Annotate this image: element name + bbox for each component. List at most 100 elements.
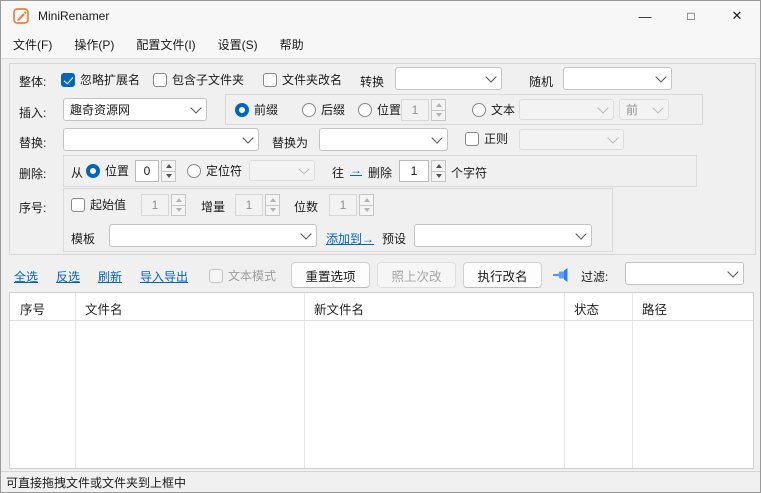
spinner-buttons: [431, 99, 446, 121]
delete-position-label: 位置: [105, 162, 129, 179]
direction-arrow-icon[interactable]: →: [350, 163, 362, 177]
serial-increment-label: 增量: [201, 198, 225, 215]
status-text: 可直接拖拽文件或文件夹到上框中: [6, 474, 186, 491]
random-select[interactable]: [563, 67, 672, 90]
radio-unselected-icon: [187, 164, 201, 178]
regex-label: 正则: [484, 130, 508, 147]
apply-last-button: 照上次改: [377, 262, 456, 288]
serial-start-label: 起始值: [90, 196, 126, 213]
column-header-filename[interactable]: 文件名: [85, 299, 123, 318]
spin-up-icon[interactable]: [431, 160, 446, 172]
column-header-path[interactable]: 路径: [642, 299, 667, 318]
spinner-buttons: [359, 194, 374, 216]
spinner-buttons: [431, 160, 446, 182]
refresh-link[interactable]: 刷新: [98, 268, 122, 285]
ignore-extension-checkbox[interactable]: 忽略扩展名: [61, 71, 140, 88]
app-window: MiniRenamer — □ ✕ 文件(F) 操作(P) 配置文件(I) 设置…: [0, 0, 761, 493]
insert-text-value: 趣奇资源网: [70, 101, 130, 118]
serial-start-checkbox[interactable]: 起始值: [71, 196, 126, 213]
insert-text-radio[interactable]: 文本: [472, 101, 515, 118]
title-bar: MiniRenamer — □ ✕: [1, 1, 760, 31]
close-button[interactable]: ✕: [714, 1, 760, 31]
insert-suffix-radio[interactable]: 后缀: [302, 101, 345, 118]
replace-label: 替换:: [19, 134, 46, 151]
delete-position-spinner[interactable]: 0: [135, 160, 176, 182]
table-header: 序号 文件名 新文件名 状态 路径: [10, 293, 753, 321]
menu-help[interactable]: 帮助: [270, 32, 314, 57]
chevron-down-icon: [242, 132, 253, 143]
insert-prefix-radio[interactable]: 前缀: [235, 101, 278, 118]
add-to-link[interactable]: 添加到→: [326, 230, 374, 247]
ignore-extension-label: 忽略扩展名: [80, 71, 140, 88]
chevron-down-icon: [431, 132, 442, 143]
filter-select[interactable]: [625, 262, 744, 285]
insert-custom-text-combobox: [519, 99, 614, 120]
serial-digits-label: 位数: [294, 198, 318, 215]
spin-up-icon[interactable]: [161, 160, 176, 172]
spin-down-icon[interactable]: [161, 172, 176, 183]
delete-count-spinner[interactable]: 1: [399, 160, 446, 182]
reset-options-button[interactable]: 重置选项: [291, 262, 370, 288]
delete-position-radio[interactable]: 位置: [86, 162, 129, 179]
spin-down-icon[interactable]: [265, 206, 280, 217]
template-combobox[interactable]: [109, 224, 317, 247]
chevron-down-icon: [575, 228, 586, 239]
serial-start-spinner: 1: [141, 194, 186, 216]
replace-with-combobox[interactable]: [319, 128, 448, 151]
rename-folders-checkbox[interactable]: 文件夹改名: [263, 71, 342, 88]
select-all-link[interactable]: 全选: [14, 268, 38, 285]
spin-up-icon[interactable]: [265, 194, 280, 206]
file-table[interactable]: 序号 文件名 新文件名 状态 路径: [9, 292, 754, 469]
random-label: 随机: [529, 73, 553, 90]
delete-locator-radio[interactable]: 定位符: [187, 162, 242, 179]
spinner-value: 1: [401, 99, 429, 121]
spin-up-icon[interactable]: [359, 194, 374, 206]
menu-bar: 文件(F) 操作(P) 配置文件(I) 设置(S) 帮助: [1, 31, 760, 59]
position-label: 位置: [377, 101, 401, 118]
spin-up-icon[interactable]: [431, 99, 446, 111]
convert-select[interactable]: [395, 67, 502, 90]
insert-text-combobox[interactable]: 趣奇资源网: [63, 98, 207, 121]
delete-word-label: 删除: [368, 164, 392, 181]
spinner-buttons: [171, 194, 186, 216]
column-header-status[interactable]: 状态: [574, 299, 599, 318]
spinner-value[interactable]: 1: [399, 160, 429, 182]
maximize-button[interactable]: □: [668, 1, 714, 31]
spinner-value[interactable]: 0: [135, 160, 159, 182]
pin-icon[interactable]: [552, 267, 572, 283]
template-label: 模板: [71, 230, 95, 247]
include-subfolders-checkbox[interactable]: 包含子文件夹: [153, 71, 244, 88]
spin-down-icon[interactable]: [431, 172, 446, 183]
chevron-down-icon: [300, 228, 311, 239]
delete-locator-label: 定位符: [206, 162, 242, 179]
chevron-down-icon: [655, 71, 666, 82]
spinner-buttons: [161, 160, 176, 182]
execute-rename-button[interactable]: 执行改名: [463, 262, 542, 288]
overall-label: 整体:: [19, 73, 46, 90]
menu-profile[interactable]: 配置文件(I): [126, 32, 205, 57]
spin-up-icon[interactable]: [171, 194, 186, 206]
window-title: MiniRenamer: [38, 9, 109, 23]
menu-settings[interactable]: 设置(S): [208, 32, 268, 57]
checkbox-unchecked-icon: [465, 132, 479, 146]
checkbox-unchecked-icon: [209, 269, 223, 283]
menu-operate[interactable]: 操作(P): [64, 32, 124, 57]
minimize-button[interactable]: —: [622, 1, 668, 31]
radio-unselected-icon: [472, 103, 486, 117]
spinner-value: 1: [235, 194, 263, 216]
menu-file[interactable]: 文件(F): [3, 32, 62, 57]
spin-down-icon[interactable]: [431, 111, 446, 122]
spin-down-icon[interactable]: [171, 206, 186, 217]
import-export-link[interactable]: 导入导出: [140, 268, 188, 285]
insert-place-value: 前: [626, 101, 638, 118]
spin-down-icon[interactable]: [359, 206, 374, 217]
replace-search-combobox[interactable]: [63, 128, 259, 151]
preset-combobox[interactable]: [414, 224, 592, 247]
spinner-value: 1: [329, 194, 357, 216]
rename-folders-label: 文件夹改名: [282, 71, 342, 88]
insert-position-radio[interactable]: 位置: [358, 101, 401, 118]
column-header-new-filename[interactable]: 新文件名: [314, 299, 364, 318]
invert-selection-link[interactable]: 反选: [56, 268, 80, 285]
column-header-index[interactable]: 序号: [20, 299, 45, 318]
regex-checkbox[interactable]: 正则: [465, 130, 508, 147]
